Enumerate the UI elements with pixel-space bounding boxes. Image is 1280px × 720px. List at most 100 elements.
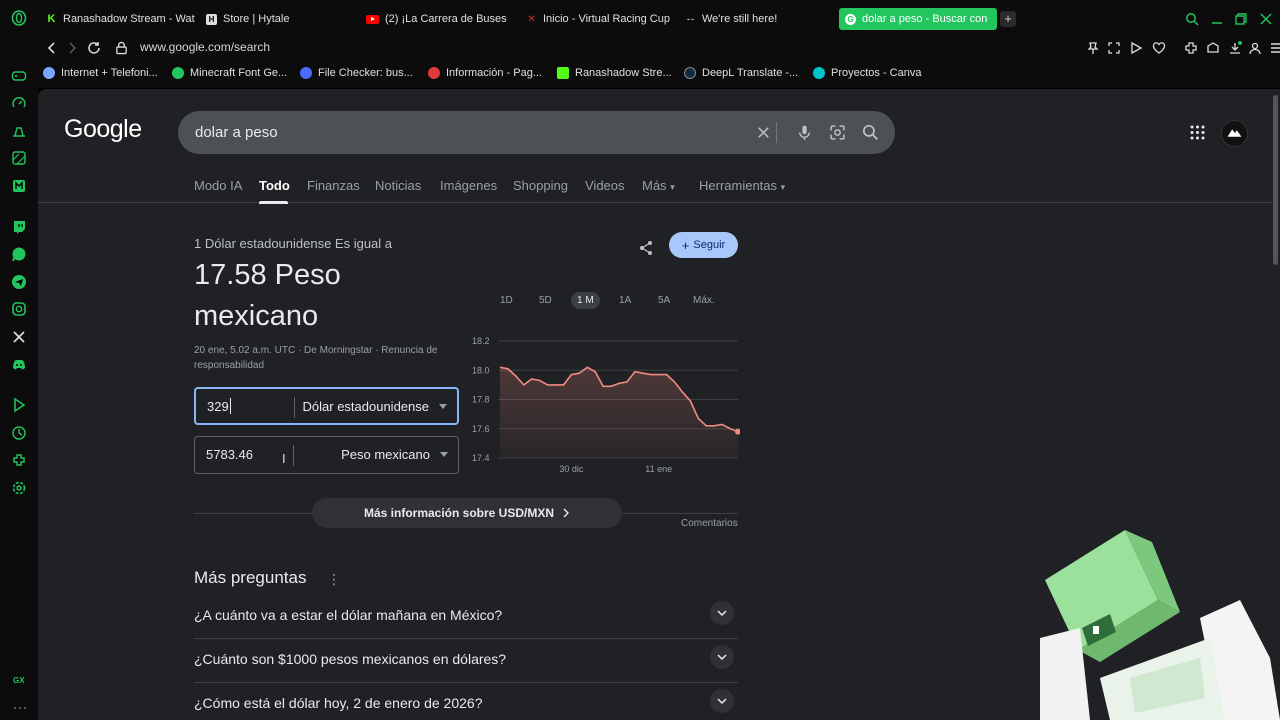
wallet-icon[interactable] <box>1206 41 1220 55</box>
tab-modo-ia[interactable]: Modo IA <box>194 178 242 193</box>
gamepad-icon[interactable] <box>11 68 27 84</box>
close-window-icon[interactable] <box>1259 12 1273 26</box>
history-icon[interactable] <box>11 425 27 441</box>
heart-icon[interactable] <box>1152 41 1166 55</box>
from-currency-select[interactable]: Dólar estadounidense <box>303 399 429 414</box>
reload-icon[interactable] <box>86 40 102 56</box>
bookmark-favicon-icon <box>43 67 55 79</box>
settings-icon[interactable] <box>11 480 27 496</box>
expand-chevron-icon[interactable] <box>710 601 734 625</box>
paa-question-0[interactable]: ¿A cuánto va a estar el dólar mañana en … <box>194 595 738 639</box>
url-text[interactable]: www.google.com/search <box>140 40 270 54</box>
extensions-icon[interactable] <box>11 452 27 468</box>
search-icon[interactable] <box>862 124 879 141</box>
tab-mas[interactable]: Más ▾ <box>642 178 675 193</box>
speed-limiter-icon[interactable] <box>11 95 27 111</box>
menu-icon[interactable] <box>1269 41 1280 55</box>
scrollbar-thumb[interactable] <box>1273 95 1278 265</box>
bookmark-0[interactable]: Internet + Telefoni... <box>43 67 158 79</box>
bookmark-2[interactable]: File Checker: bus... <box>300 67 413 79</box>
bookmark-5[interactable]: DeepL Translate -... <box>684 67 798 79</box>
range-5a[interactable]: 5A <box>658 295 670 306</box>
twitch-icon[interactable] <box>11 219 27 235</box>
play-icon[interactable] <box>1129 41 1143 55</box>
back-icon[interactable] <box>44 40 60 56</box>
gx-corner-icon[interactable] <box>11 123 27 139</box>
chart-y-tick-label: 18.2 <box>472 336 490 346</box>
download-icon[interactable] <box>1228 41 1242 55</box>
paa-question-1[interactable]: ¿Cuánto son $1000 pesos mexicanos en dól… <box>194 639 738 683</box>
bookmark-label: DeepL Translate -... <box>702 67 799 79</box>
minimize-icon[interactable] <box>1210 12 1224 26</box>
follow-label: Seguir <box>693 239 726 251</box>
pin-icon[interactable] <box>1086 41 1100 55</box>
tab-4[interactable]: ⁃⁃ We're still here! <box>685 8 835 30</box>
wallpaper-icon[interactable] <box>11 150 27 166</box>
tab-5-active[interactable]: G dolar a peso - Buscar con <box>839 8 997 30</box>
bookmark-6[interactable]: Proyectos - Canva <box>813 67 921 79</box>
x-twitter-icon[interactable] <box>11 329 27 345</box>
gx-label[interactable]: GX <box>13 676 25 685</box>
expand-chevron-icon[interactable] <box>710 689 734 713</box>
tab-herramientas[interactable]: Herramientas ▾ <box>699 178 785 193</box>
share-icon[interactable] <box>638 240 654 256</box>
google-apps-icon[interactable] <box>1190 125 1205 140</box>
tab-videos[interactable]: Videos <box>585 178 625 193</box>
expand-chevron-icon[interactable] <box>710 645 734 669</box>
from-amount-input[interactable]: 329 <box>207 399 229 414</box>
tab-noticias[interactable]: Noticias <box>375 178 421 193</box>
from-amount-field[interactable]: 329 Dólar estadounidense <box>194 387 459 425</box>
paa-question-text: ¿Cómo está el dólar hoy, 2 de enero de 2… <box>194 695 483 711</box>
tab-todo[interactable]: Todo <box>259 178 290 193</box>
more-options-icon[interactable]: ⋮ <box>327 571 341 588</box>
restore-icon[interactable] <box>1234 12 1248 26</box>
follow-button[interactable]: + Seguir <box>669 232 738 258</box>
instagram-icon[interactable] <box>11 301 27 317</box>
search-nav-tabs: Modo IA Todo Finanzas Noticias Imágenes … <box>38 177 1272 204</box>
bookmark-1[interactable]: Minecraft Font Ge... <box>172 67 287 79</box>
account-avatar[interactable] <box>1221 120 1248 147</box>
opera-gx-logo-icon[interactable] <box>11 10 27 26</box>
search-input[interactable]: dolar a peso <box>195 124 278 141</box>
lock-icon[interactable] <box>115 40 128 56</box>
tab-0[interactable]: K Ranashadow Stream - Wat <box>46 8 196 30</box>
tab-shopping[interactable]: Shopping <box>513 178 568 193</box>
discord-icon[interactable] <box>11 356 27 372</box>
tab-3[interactable]: ✕ Inicio - Virtual Racing Cup <box>526 8 671 30</box>
search-box[interactable]: dolar a peso <box>178 111 895 154</box>
chart-x-tick-label: 11 ene <box>645 464 672 474</box>
range-1m[interactable]: 1 M <box>571 292 600 309</box>
extensions-puzzle-icon[interactable] <box>1184 41 1198 55</box>
tab-finanzas[interactable]: Finanzas <box>307 178 360 193</box>
range-5d[interactable]: 5D <box>539 295 552 306</box>
telegram-icon[interactable] <box>11 274 27 290</box>
range-max[interactable]: Máx. <box>693 295 715 306</box>
forward-icon[interactable] <box>64 40 80 56</box>
bookmark-4[interactable]: Ranashadow Stre... <box>557 67 672 79</box>
to-amount-input[interactable]: 5783.46 <box>206 447 253 462</box>
paa-question-2[interactable]: ¿Cómo está el dólar hoy, 2 de enero de 2… <box>194 683 738 720</box>
new-tab-button[interactable]: + <box>1000 11 1016 27</box>
voice-search-icon[interactable] <box>796 124 813 141</box>
more-info-button[interactable]: Más información sobre USD/MXN <box>312 498 622 528</box>
gx-mods-icon[interactable] <box>11 178 27 194</box>
whatsapp-icon[interactable] <box>11 246 27 262</box>
to-currency-select[interactable]: Peso mexicano <box>341 447 430 462</box>
more-dots-icon[interactable]: ··· <box>13 700 28 714</box>
tab-1[interactable]: H Store | Hytale <box>206 8 356 30</box>
player-icon[interactable] <box>11 397 27 413</box>
search-tabs-icon[interactable] <box>1185 12 1199 26</box>
clear-icon[interactable] <box>756 124 771 141</box>
snapshot-icon[interactable] <box>1107 41 1121 55</box>
tab-2[interactable]: (2) ¡La Carrera de Buses É <box>366 8 508 30</box>
range-1a[interactable]: 1A <box>619 295 631 306</box>
lens-icon[interactable] <box>829 124 846 141</box>
tab-imagenes[interactable]: Imágenes <box>440 178 497 193</box>
exchange-rate-chart[interactable]: 18.2 18.0 17.8 17.6 17.4 30 dic 11 ene <box>470 329 740 479</box>
google-logo[interactable]: Google <box>64 115 142 144</box>
feedback-link[interactable]: Comentarios <box>681 518 738 529</box>
range-1d[interactable]: 1D <box>500 295 513 306</box>
bookmark-3[interactable]: Información - Pag... <box>428 67 542 79</box>
to-amount-field[interactable]: 5783.46 Peso mexicano <box>194 436 459 474</box>
profile-icon[interactable] <box>1248 41 1262 55</box>
